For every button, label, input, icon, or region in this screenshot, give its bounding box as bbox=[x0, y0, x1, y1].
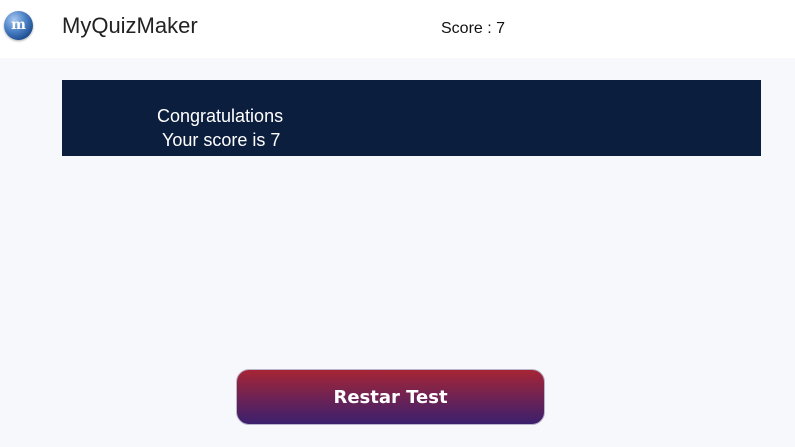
logo-letter: m bbox=[11, 17, 26, 33]
restart-test-button[interactable]: Restar Test bbox=[236, 369, 545, 425]
score-display: Score : 7 bbox=[441, 20, 506, 37]
app-header: m MyQuizMaker Score : 7 bbox=[0, 0, 795, 58]
app-title: MyQuizMaker bbox=[62, 13, 198, 38]
quiz-logo-icon: m bbox=[4, 11, 33, 40]
congratulations-text: Congratulations bbox=[157, 106, 284, 126]
final-score-text: Your score is 7 bbox=[162, 130, 281, 150]
result-panel: Congratulations Your score is 7 bbox=[62, 80, 761, 156]
